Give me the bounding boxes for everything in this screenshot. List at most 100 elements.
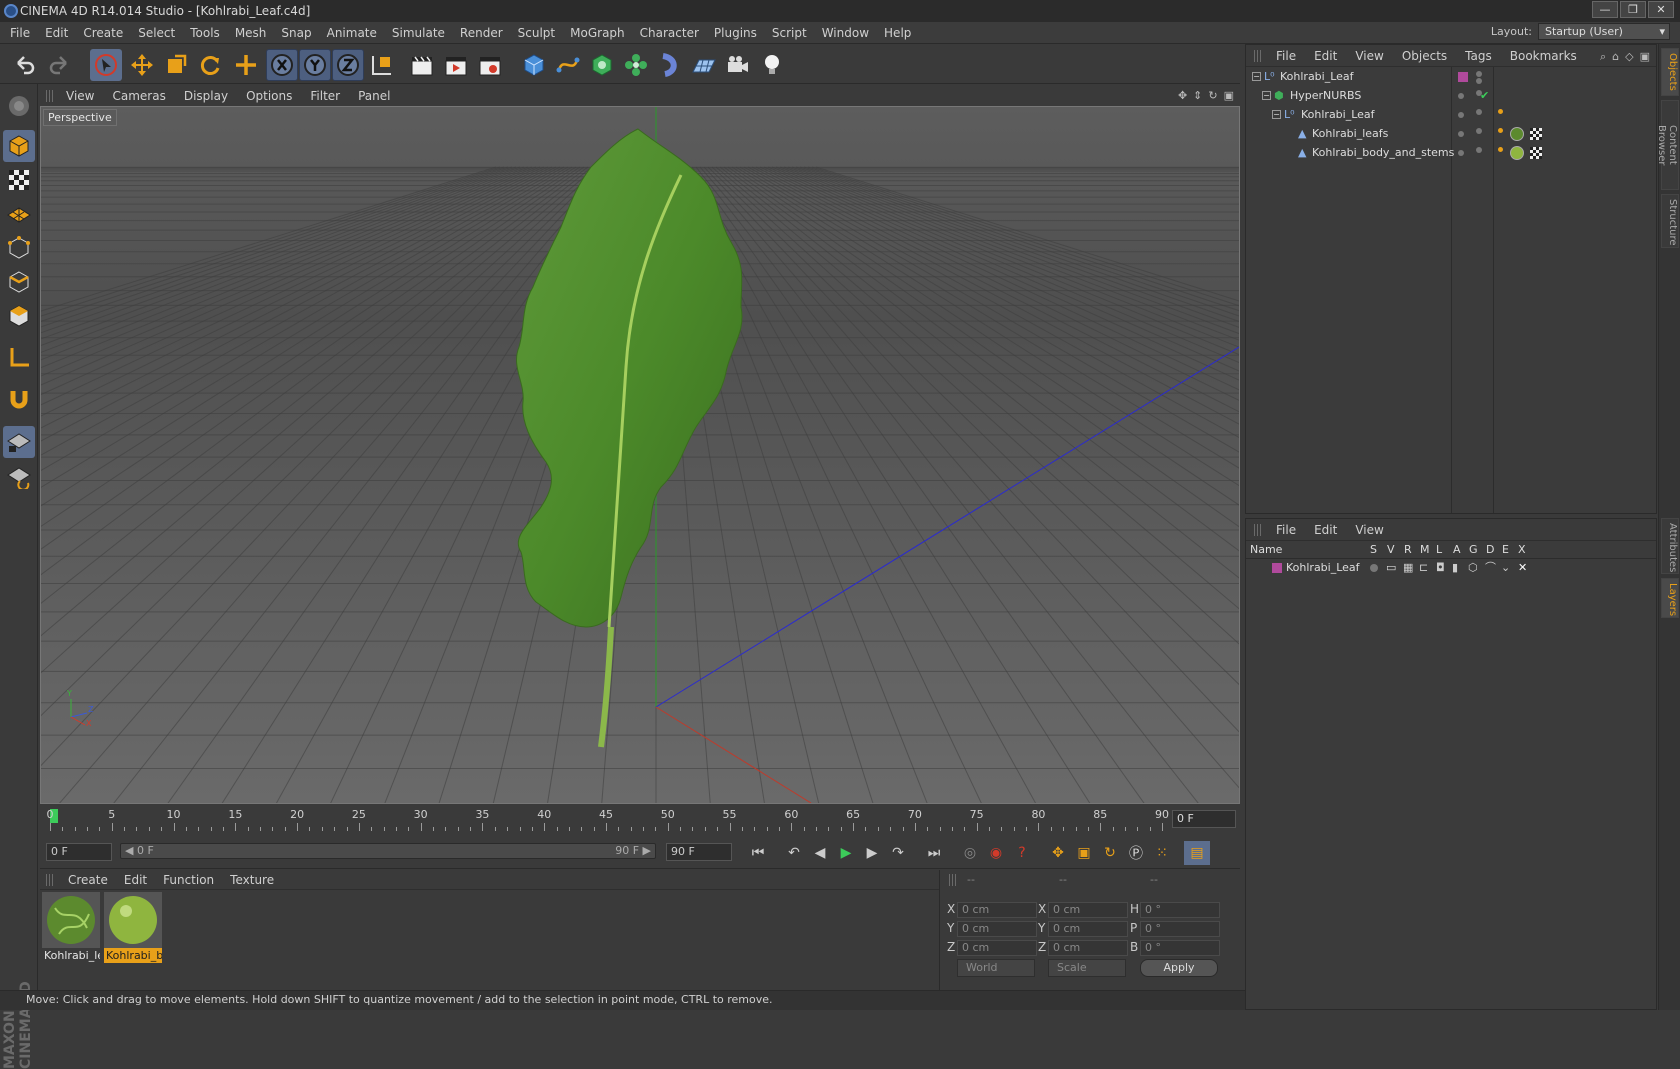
cube-object-button[interactable] — [518, 49, 550, 81]
object-row[interactable]: ▲ Kohlrabi_body_and_stems — [1246, 143, 1656, 163]
model-mode-button[interactable] — [3, 130, 35, 162]
uvw-tag-icon[interactable] — [1530, 147, 1542, 159]
layer-col-visible[interactable]: V — [1387, 541, 1395, 559]
rotation-field[interactable]: 0 ° — [1140, 940, 1220, 956]
object-row[interactable]: − L⁰ Kohlrabi_Leaf — [1246, 67, 1656, 87]
xref-toggle-icon[interactable]: ✕ — [1518, 559, 1527, 577]
perspective-viewport[interactable]: Perspective Y Z X — [40, 106, 1240, 804]
collapse-toggle-icon[interactable]: − — [1252, 72, 1261, 81]
render-visibility-dot[interactable] — [1476, 147, 1482, 153]
solo-toggle-icon[interactable] — [1370, 564, 1378, 572]
objects-menu-tags[interactable]: Tags — [1465, 49, 1492, 63]
layer-col-generators[interactable]: G — [1469, 541, 1478, 559]
home-icon[interactable]: ⌂ — [1612, 50, 1619, 64]
layer-col-xref[interactable]: X — [1518, 541, 1526, 559]
size-field[interactable]: 0 cm — [1048, 921, 1128, 937]
workplane-mode-button[interactable] — [3, 198, 35, 230]
viewport-toggle-icon[interactable]: ▣ — [1224, 89, 1234, 102]
planar-workplane-button[interactable] — [3, 460, 35, 492]
texture-tag-body-icon[interactable] — [1510, 146, 1524, 160]
collapse-toggle-icon[interactable]: − — [1272, 110, 1281, 119]
move-tool-button[interactable] — [126, 49, 158, 81]
record-keys-button[interactable]: ◎ — [957, 841, 983, 865]
drag-grip-icon[interactable] — [46, 873, 54, 886]
go-to-end-button[interactable]: ⏭ — [921, 841, 947, 865]
rotation-field[interactable]: 0 ° — [1140, 921, 1220, 937]
layers-menu-edit[interactable]: Edit — [1314, 523, 1337, 537]
menu-window[interactable]: Window — [822, 26, 869, 40]
end-frame-field[interactable]: 90 F — [666, 843, 732, 861]
size-mode-dropdown[interactable]: Scale — [1048, 959, 1126, 977]
editor-visibility-dot[interactable] — [1458, 112, 1464, 118]
coordinate-system-dropdown[interactable]: World — [957, 959, 1035, 977]
position-field[interactable]: 0 cm — [957, 940, 1037, 956]
menu-mograph[interactable]: MoGraph — [570, 26, 625, 40]
menu-select[interactable]: Select — [138, 26, 175, 40]
menu-create[interactable]: Create — [83, 26, 123, 40]
layer-row[interactable]: Kohlrabi_Leaf ▭ ▦ ⊏ ◘ ▮ ⬡ ⌒ ⌄ ✕ — [1246, 559, 1656, 577]
visible-eye-icon[interactable]: ▭ — [1386, 559, 1396, 577]
make-editable-button[interactable] — [3, 90, 35, 122]
editor-visibility-dot[interactable] — [1458, 93, 1464, 99]
previous-frame-button[interactable]: ◀ — [807, 841, 833, 865]
drag-grip-icon[interactable] — [1254, 49, 1262, 62]
tab-structure[interactable]: Structure — [1661, 194, 1679, 248]
kohlrabi-leaf-model[interactable] — [516, 128, 743, 748]
menu-character[interactable]: Character — [640, 26, 699, 40]
add-tool-button[interactable] — [230, 49, 262, 81]
size-field[interactable]: 0 cm — [1048, 940, 1128, 956]
layer-col-animation[interactable]: A — [1453, 541, 1461, 559]
cloner-button[interactable] — [620, 49, 652, 81]
material-menu-function[interactable]: Function — [163, 873, 214, 887]
phong-tag-icon[interactable] — [1498, 109, 1503, 114]
tab-layers[interactable]: Layers — [1661, 578, 1679, 618]
play-button[interactable]: ▶ — [833, 841, 859, 865]
y-axis-lock-button[interactable] — [299, 49, 331, 81]
autokey-button[interactable]: ◉ — [983, 841, 1009, 865]
key-scale-button[interactable]: ▣ — [1071, 841, 1097, 865]
key-parameter-button[interactable]: Ⓟ — [1123, 841, 1149, 865]
render-visibility-dot[interactable] — [1476, 109, 1482, 115]
viewport-menu-filter[interactable]: Filter — [310, 89, 340, 103]
redo-button[interactable] — [44, 49, 76, 81]
animation-toggle-icon[interactable]: ▮ — [1452, 559, 1458, 577]
menu-render[interactable]: Render — [460, 26, 503, 40]
render-toggle-icon[interactable]: ▦ — [1403, 559, 1413, 577]
phong-tag-icon[interactable] — [1498, 147, 1503, 152]
collapse-icon[interactable]: ◇ — [1625, 50, 1633, 64]
editor-visibility-dot[interactable] — [1476, 71, 1482, 77]
menu-edit[interactable]: Edit — [45, 26, 68, 40]
menu-help[interactable]: Help — [884, 26, 911, 40]
x-axis-lock-button[interactable] — [266, 49, 298, 81]
drag-grip-icon[interactable] — [1254, 523, 1262, 536]
spline-button[interactable] — [552, 49, 584, 81]
render-picture-viewer-button[interactable] — [440, 49, 472, 81]
objects-menu-file[interactable]: File — [1276, 49, 1296, 63]
previous-key-button[interactable]: ↶ — [781, 841, 807, 865]
menu-simulate[interactable]: Simulate — [392, 26, 445, 40]
object-row[interactable]: − L⁰ Kohlrabi_Leaf — [1246, 105, 1656, 125]
layer-col-expressions[interactable]: E — [1502, 541, 1509, 559]
material-menu-edit[interactable]: Edit — [124, 873, 147, 887]
live-selection-button[interactable] — [90, 49, 122, 81]
lock-toggle-icon[interactable]: ◘ — [1436, 559, 1445, 577]
material-swatch-body[interactable]: Kohlrabi_b — [104, 892, 162, 964]
maximize-button[interactable]: ❐ — [1620, 1, 1646, 18]
render-visibility-dot[interactable] — [1476, 78, 1482, 84]
menu-snap[interactable]: Snap — [281, 26, 311, 40]
camera-button[interactable] — [722, 49, 754, 81]
manager-toggle-icon[interactable]: ⊏ — [1419, 559, 1428, 577]
viewport-menu-panel[interactable]: Panel — [358, 89, 390, 103]
expressions-toggle-icon[interactable]: ⌄ — [1501, 559, 1510, 577]
position-field[interactable]: 0 cm — [957, 921, 1037, 937]
layer-col-locked[interactable]: L — [1436, 541, 1442, 559]
objects-menu-edit[interactable]: Edit — [1314, 49, 1337, 63]
go-to-start-button[interactable]: ⏮ — [745, 841, 771, 865]
objects-menu-objects[interactable]: Objects — [1402, 49, 1447, 63]
layer-color-swatch[interactable] — [1272, 563, 1282, 573]
drag-grip-icon[interactable] — [949, 874, 957, 886]
scale-tool-button[interactable] — [160, 49, 192, 81]
keyframe-selection-button[interactable]: ? — [1009, 841, 1035, 865]
axis-mode-button[interactable] — [3, 342, 35, 374]
snap-button[interactable] — [3, 384, 35, 416]
